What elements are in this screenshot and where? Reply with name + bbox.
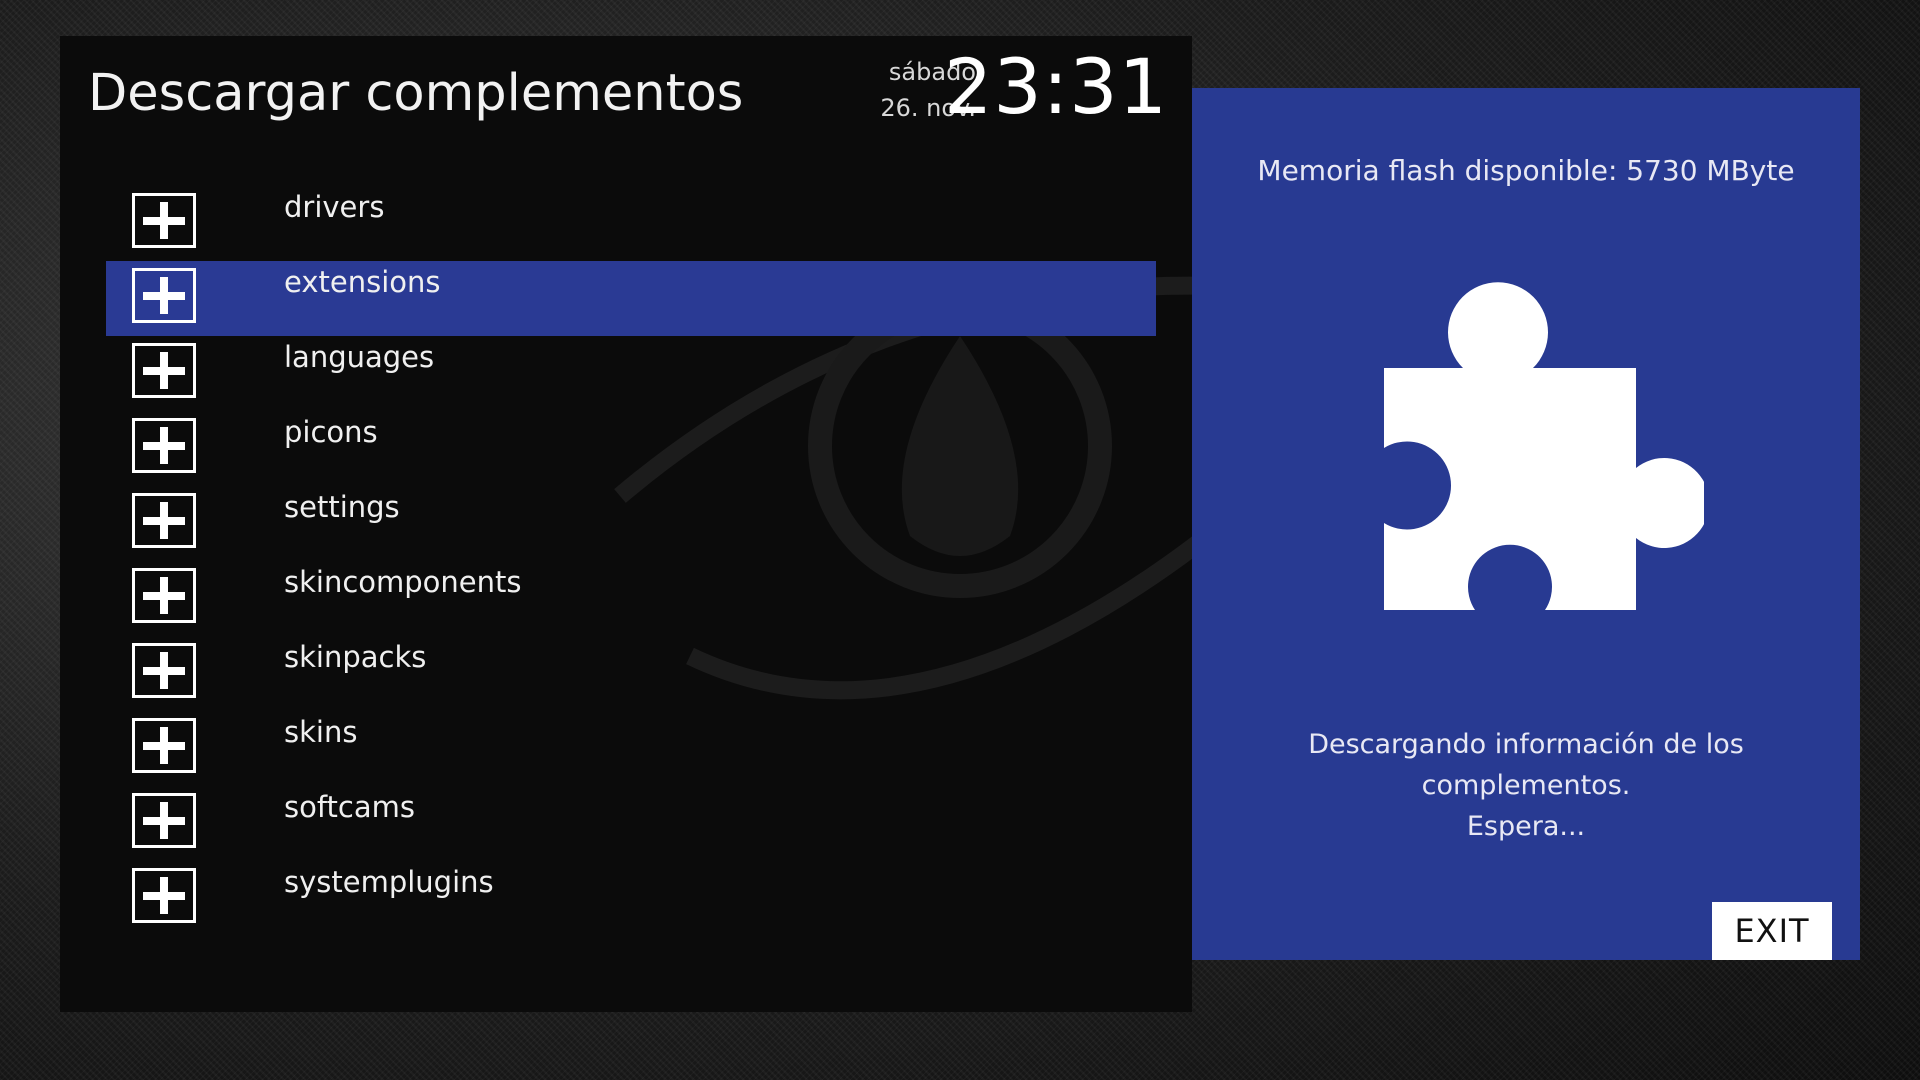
category-list: drivers extensions languages picons sett… [106,186,1156,936]
list-item-label: skincomponents [284,565,522,599]
flash-memory-info: Memoria flash disponible: 5730 MByte [1257,154,1795,187]
list-item-label: settings [284,490,400,524]
list-item-extensions[interactable]: extensions [106,261,1156,336]
list-item-drivers[interactable]: drivers [106,186,1156,261]
list-item-skinpacks[interactable]: skinpacks [106,636,1156,711]
list-item-label: skins [284,715,358,749]
addon-categories-panel: Descargar complementos sábado 26. nov. 2… [60,36,1286,1012]
list-item-label: languages [284,340,435,374]
list-item-label: softcams [284,790,415,824]
list-item-skincomponents[interactable]: skincomponents [106,561,1156,636]
list-item-label: extensions [284,265,441,299]
plus-icon [132,643,196,698]
plus-icon [132,718,196,773]
plus-icon [132,193,196,248]
addon-info-panel: Memoria flash disponible: 5730 MByte Des… [1192,88,1860,960]
plus-icon [132,868,196,923]
status-line: Descargando información de los complemen… [1308,729,1744,801]
list-item-settings[interactable]: settings [106,486,1156,561]
plus-icon [132,493,196,548]
list-item-softcams[interactable]: softcams [106,786,1156,861]
list-item-skins[interactable]: skins [106,711,1156,786]
plus-icon [132,343,196,398]
clock: 23:31 [943,42,1168,131]
plus-icon [132,568,196,623]
page-title: Descargar complementos [88,64,744,123]
plus-icon [132,418,196,473]
exit-button[interactable]: EXIT [1712,902,1832,960]
list-item-label: systemplugins [284,865,494,899]
plus-icon [132,793,196,848]
list-item-picons[interactable]: picons [106,411,1156,486]
list-item-label: picons [284,415,378,449]
plus-icon [132,268,196,323]
list-item-label: skinpacks [284,640,427,674]
download-status: Descargando información de los complemen… [1202,724,1850,847]
list-item-languages[interactable]: languages [106,336,1156,411]
status-line: Espera... [1466,811,1586,842]
list-item-label: drivers [284,190,385,224]
list-item-systemplugins[interactable]: systemplugins [106,861,1156,936]
puzzle-piece-icon [1384,282,1704,610]
